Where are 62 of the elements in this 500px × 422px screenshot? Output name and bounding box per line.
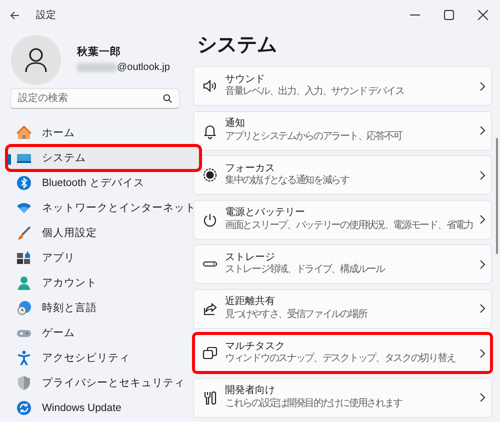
- accessibility-icon: [16, 350, 32, 366]
- sync-icon: [16, 400, 32, 416]
- search-field[interactable]: 設定の検索: [10, 88, 180, 109]
- sidebar-item[interactable]: システム: [7, 146, 200, 170]
- chevron-right-icon: [480, 126, 485, 135]
- card-description: ウィンドウのスナップ、デスクトップ、タスクの切り替え: [225, 353, 456, 366]
- chevron-right-icon: [480, 393, 485, 402]
- chevron-right-icon: [480, 304, 485, 313]
- settings-card[interactable]: 開発者向け これらの設定は開発目的だけに使用されます: [193, 378, 492, 418]
- card-title: サウンド: [225, 74, 266, 86]
- search-icon: [163, 94, 172, 103]
- card-description: 集中の妨げとなる通知を減らす: [225, 175, 350, 188]
- chevron-right-icon: [480, 215, 485, 224]
- bluetooth-icon: [16, 175, 32, 191]
- back-arrow-icon[interactable]: [10, 10, 20, 20]
- card-title: 電源とバッテリー: [225, 207, 306, 220]
- card-description: これらの設定は開発目的だけに使用されます: [225, 398, 404, 410]
- house-icon: [16, 125, 32, 141]
- card-title: 通知: [225, 118, 246, 130]
- bell-icon: [202, 122, 218, 138]
- windows-stack-icon: [202, 345, 218, 361]
- user-email: @outlook.jp: [117, 61, 170, 76]
- page-title: システム: [197, 33, 278, 58]
- shield-icon: [16, 375, 32, 391]
- focus-icon: [202, 167, 218, 183]
- tools-icon: [202, 390, 218, 406]
- redacted-block: [77, 63, 117, 72]
- chevron-right-icon: [480, 82, 485, 90]
- settings-card[interactable]: 電源とバッテリー 画面とスリープ、バッテリーの使用状況、電源モード、省電力: [193, 200, 492, 240]
- settings-card[interactable]: マルチタスク ウィンドウのスナップ、デスクトップ、タスクの切り替え: [193, 333, 492, 373]
- maximize-icon: [444, 10, 454, 20]
- card-description: アプリとシステムからのアラート、応答不可: [225, 130, 404, 143]
- card-title: マルチタスク: [225, 340, 286, 353]
- wifi-icon: [16, 200, 32, 216]
- settings-card[interactable]: フォーカス 集中の妨げとなる通知を減らす: [193, 155, 492, 195]
- speaker-icon: [202, 78, 218, 94]
- chevron-right-icon: [480, 348, 485, 358]
- person-icon: [16, 275, 32, 291]
- settings-card[interactable]: 近距離共有 見つけやすさ、受信ファイルの場所: [193, 288, 492, 328]
- share-icon: [202, 300, 218, 316]
- power-icon: [202, 212, 218, 228]
- apps-icon: [16, 250, 32, 266]
- chevron-right-icon: [480, 170, 485, 180]
- avatar: [11, 35, 61, 85]
- scrollbar[interactable]: [496, 138, 498, 254]
- card-title: 開発者向け: [225, 385, 276, 398]
- settings-card[interactable]: 通知 アプリとシステムからのアラート、応答不可: [193, 110, 492, 150]
- card-title: ストレージ: [225, 252, 276, 264]
- card-description: 画面とスリープ、バッテリーの使用状況、電源モード、省電力: [225, 220, 473, 232]
- card-title: 近距離共有: [225, 296, 276, 308]
- user-name: 秋葉一郎: [77, 44, 122, 60]
- close-icon: [478, 10, 488, 20]
- card-title: フォーカス: [225, 162, 276, 174]
- settings-card[interactable]: ストレージ ストレージ領域、ドライブ、構成ルール: [193, 244, 492, 284]
- card-description: 音量レベル、出力、入力、サウンド デバイス: [225, 86, 405, 98]
- window-title: 設定: [36, 8, 56, 22]
- chevron-right-icon: [480, 260, 485, 268]
- brush-icon: [16, 225, 32, 241]
- globe-clock-icon: [16, 300, 32, 316]
- card-description: ストレージ領域、ドライブ、構成ルール: [225, 264, 386, 276]
- card-description: 見つけやすさ、受信ファイルの場所: [225, 308, 368, 321]
- settings-card[interactable]: サウンド 音量レベル、出力、入力、サウンド デバイス: [193, 66, 492, 106]
